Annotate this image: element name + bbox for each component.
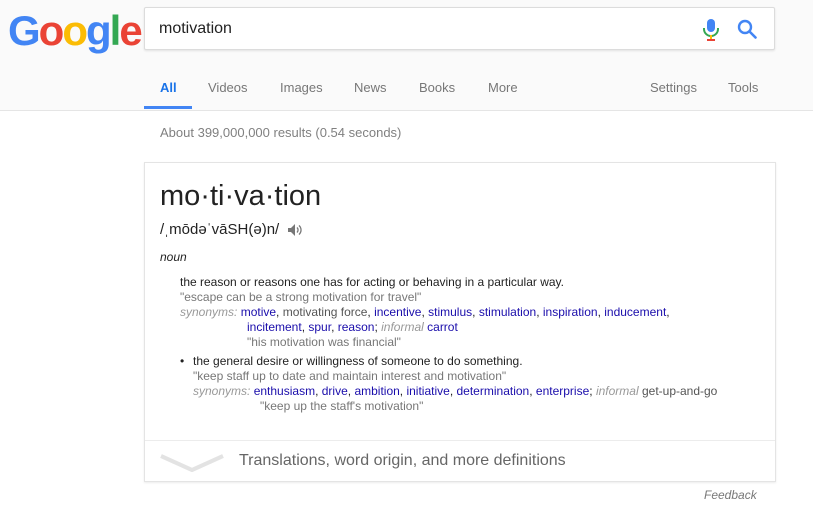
informal-label: informal [595, 384, 639, 398]
logo-letter: g [85, 7, 112, 54]
synonyms-line: incitement, spur, reason; informal carro… [247, 320, 458, 335]
pronunciation: /ˌmōdəˈvāSH(ə)n/ [160, 221, 280, 238]
speaker-icon[interactable] [287, 223, 303, 237]
tab-news[interactable]: News [354, 80, 387, 95]
tab-settings[interactable]: Settings [650, 80, 697, 95]
synonym-link[interactable]: inducement [604, 305, 666, 319]
synonym-link[interactable]: incentive [374, 305, 421, 319]
separator: , [472, 305, 479, 319]
separator: , [536, 305, 543, 319]
example: "keep staff up to date and maintain inte… [193, 369, 507, 383]
tab-images[interactable]: Images [280, 80, 323, 95]
synonym-link[interactable]: incitement [247, 320, 302, 334]
definition: the general desire or willingness of som… [193, 354, 523, 368]
synonym-link[interactable]: stimulus [428, 305, 472, 319]
bullet: • [180, 354, 185, 368]
microphone-icon[interactable] [701, 18, 721, 42]
separator: , [666, 305, 670, 319]
synonym-example: "his motivation was financial" [247, 335, 401, 349]
part-of-speech: noun [160, 250, 187, 264]
dictionary-card: mo·ti·va·tion /ˌmōdəˈvāSH(ə)n/ noun the … [144, 162, 776, 482]
synonym-link[interactable]: reason [338, 320, 375, 334]
logo-letter: e [119, 7, 142, 54]
tab-tools[interactable]: Tools [728, 80, 758, 95]
synonym-link[interactable]: ambition [354, 384, 399, 398]
synonym-link[interactable]: spur [308, 320, 331, 334]
result-stats: About 399,000,000 results (0.54 seconds) [160, 125, 402, 140]
separator: ; [589, 384, 596, 398]
feedback-link[interactable]: Feedback [704, 488, 757, 502]
more-definitions-bar[interactable]: Translations, word origin, and more defi… [145, 440, 775, 482]
headword: mo·ti·va·tion [160, 180, 322, 212]
synonym-link[interactable]: enthusiasm [254, 384, 315, 398]
tab-all[interactable]: All [160, 80, 177, 95]
logo-letter: o [62, 7, 88, 54]
synonyms-label: synonyms: [193, 384, 251, 398]
active-tab-indicator [144, 106, 192, 109]
informal-label: informal [381, 320, 424, 334]
separator: , [276, 305, 283, 319]
search-header: Google All Videos Images News Books More… [0, 0, 813, 111]
separator: , [331, 320, 338, 334]
logo-letter: l [109, 7, 122, 54]
synonym-link[interactable]: inspiration [543, 305, 598, 319]
chevron-down-icon[interactable] [159, 453, 225, 473]
synonyms-line: synonyms: motive, motivating force, ince… [180, 305, 670, 320]
synonym-link[interactable]: determination [457, 384, 530, 398]
tab-books[interactable]: Books [419, 80, 455, 95]
synonyms-line: synonyms: enthusiasm, drive, ambition, i… [193, 384, 717, 399]
logo-letter: G [8, 7, 41, 54]
tab-more[interactable]: More [488, 80, 518, 95]
example: "escape can be a strong motivation for t… [180, 290, 422, 304]
synonym-link[interactable]: carrot [427, 320, 458, 334]
search-input[interactable] [159, 8, 679, 49]
search-icon[interactable] [737, 19, 757, 39]
pronunciation-row: /ˌmōdəˈvāSH(ə)n/ [160, 221, 303, 238]
synonym: get-up-and-go [641, 384, 718, 398]
synonym-link[interactable]: enterprise [536, 384, 589, 398]
definition: the reason or reasons one has for acting… [180, 275, 564, 289]
synonym-link[interactable]: stimulation [479, 305, 536, 319]
synonym-example: "keep up the staff's motivation" [260, 399, 424, 413]
synonyms-label: synonyms: [180, 305, 238, 319]
synonym-link[interactable]: initiative [406, 384, 449, 398]
separator: , [529, 384, 536, 398]
separator: , [315, 384, 322, 398]
logo-letter: o [38, 7, 65, 54]
synonym-link[interactable]: motive [241, 305, 276, 319]
more-definitions-link[interactable]: Translations, word origin, and more defi… [239, 452, 566, 470]
separator: , [449, 384, 457, 398]
synonym-link[interactable]: drive [322, 384, 348, 398]
search-box [144, 7, 775, 50]
synonym: motivating force [282, 305, 368, 319]
tab-videos[interactable]: Videos [208, 80, 248, 95]
google-logo[interactable]: Google [8, 6, 143, 56]
